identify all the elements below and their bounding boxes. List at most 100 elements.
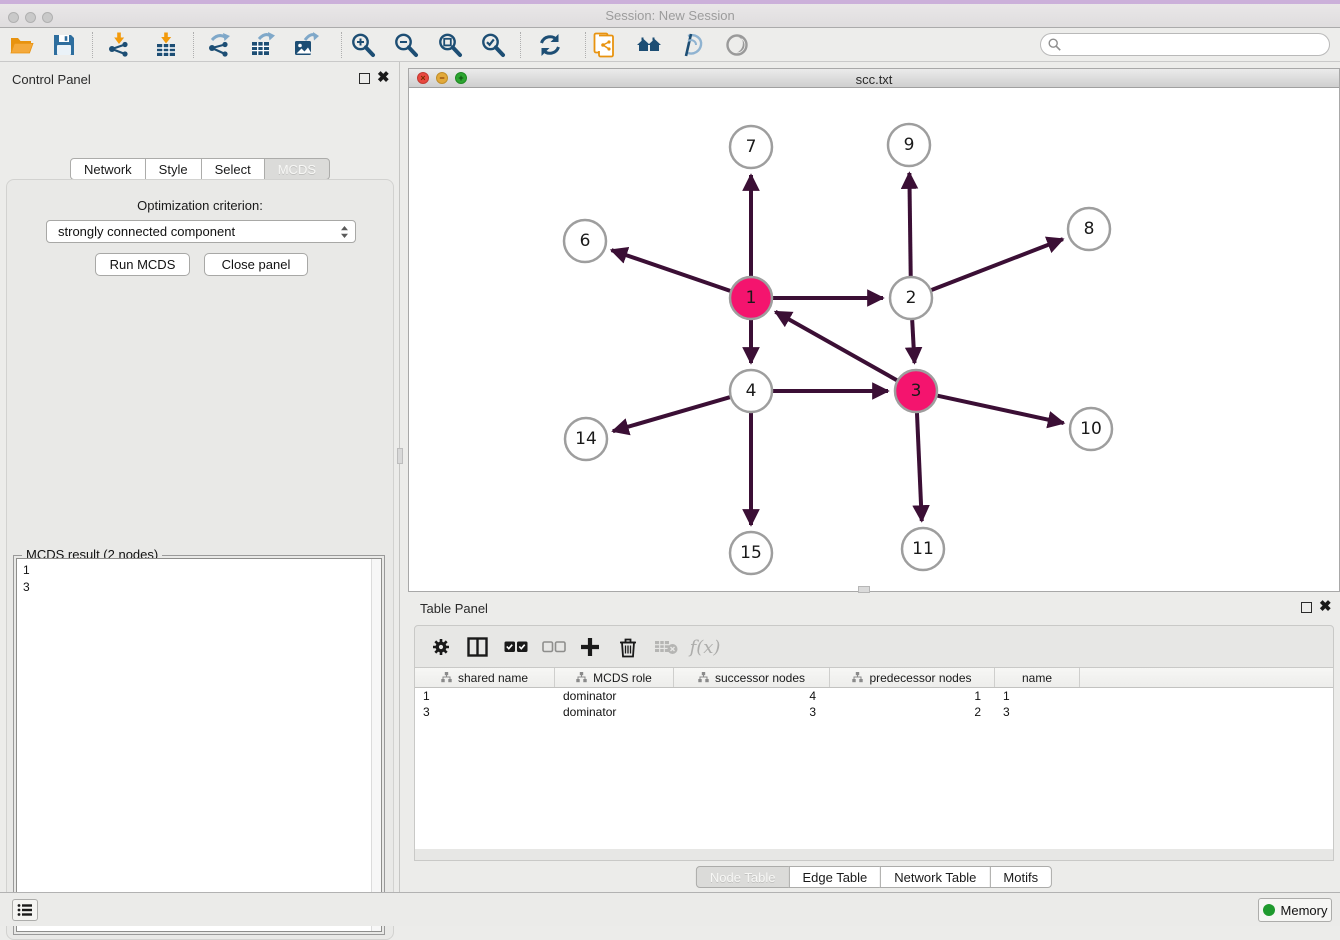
select-stepper-icon	[340, 225, 349, 239]
column-header-name[interactable]: name	[995, 668, 1080, 687]
zoom-out-icon[interactable]	[393, 32, 419, 58]
mcds-panel: Optimization criterion: strongly connect…	[6, 179, 394, 940]
graph-node-9[interactable]: 9	[888, 124, 930, 166]
column-header-successor-nodes[interactable]: successor nodes	[674, 668, 830, 687]
add-row-icon[interactable]	[578, 635, 602, 659]
control-panel-title: Control Panel	[12, 72, 91, 87]
table-cell: dominator	[555, 704, 674, 720]
new-network-from-selection-icon[interactable]	[592, 32, 618, 58]
toolbar-separator	[341, 32, 342, 58]
column-header-label: predecessor nodes	[869, 671, 971, 685]
horizontal-splitter-handle[interactable]	[858, 586, 870, 593]
graph-node-4[interactable]: 4	[730, 370, 772, 412]
svg-text:3: 3	[911, 381, 922, 401]
table-cell: 1	[415, 688, 555, 704]
graph-node-1[interactable]: 1	[730, 277, 772, 319]
svg-text:1: 1	[746, 288, 757, 308]
list-icon	[17, 903, 33, 917]
graph-node-8[interactable]: 8	[1068, 208, 1110, 250]
tab-motifs[interactable]: Motifs	[989, 866, 1052, 888]
tab-network-table[interactable]: Network Table	[880, 866, 990, 888]
table-row[interactable]: 3dominator323	[415, 704, 1333, 720]
hide-selected-icon[interactable]	[679, 32, 705, 58]
graph-node-15[interactable]: 15	[730, 532, 772, 574]
table-panel: Table Panel ✖ f(x) shared nameMCDS roles…	[408, 595, 1340, 890]
svg-text:8: 8	[1084, 219, 1095, 239]
import-table-icon[interactable]	[153, 32, 179, 58]
table-panel-close-icon[interactable]: ✖	[1319, 601, 1332, 613]
memory-button[interactable]: Memory	[1258, 898, 1332, 922]
tab-mcds[interactable]: MCDS	[264, 158, 330, 180]
refresh-icon[interactable]	[537, 32, 563, 58]
table-rows: 1dominator4113dominator323	[415, 688, 1333, 720]
table-cell: dominator	[555, 688, 674, 704]
search-input[interactable]	[1065, 36, 1329, 54]
column-header-mcds-role[interactable]: MCDS role	[555, 668, 674, 687]
control-panel-float-icon[interactable]	[359, 73, 370, 84]
criterion-select[interactable]: strongly connected component	[46, 220, 356, 243]
table-cell: 2	[830, 704, 995, 720]
graph-node-7[interactable]: 7	[730, 126, 772, 168]
graph-node-2[interactable]: 2	[890, 277, 932, 319]
table-settings-icon[interactable]	[429, 635, 453, 659]
tab-network[interactable]: Network	[70, 158, 146, 180]
edge-2-to-3[interactable]	[912, 320, 914, 363]
task-history-button[interactable]	[12, 899, 38, 921]
network-window-titlebar[interactable]: × − + scc.txt	[409, 69, 1339, 88]
table-panel-float-icon[interactable]	[1301, 602, 1312, 613]
graph-node-11[interactable]: 11	[902, 528, 944, 570]
tab-select[interactable]: Select	[201, 158, 265, 180]
control-panel: Control Panel ✖ NetworkStyleSelectMCDS O…	[0, 62, 400, 892]
close-panel-button[interactable]: Close panel	[204, 253, 308, 276]
show-all-icon[interactable]	[724, 32, 750, 58]
network-canvas[interactable]: 7 9 6 8 1 2 4 3 14 10 15 11	[409, 88, 1339, 591]
graph-node-3[interactable]: 3	[895, 370, 937, 412]
vertical-splitter-handle[interactable]	[397, 448, 403, 464]
open-session-icon[interactable]	[9, 32, 35, 58]
export-table-icon[interactable]	[249, 32, 275, 58]
control-panel-close-icon[interactable]: ✖	[377, 72, 390, 84]
save-session-icon[interactable]	[51, 32, 77, 58]
delete-column-icon[interactable]	[653, 635, 679, 659]
search-box[interactable]	[1040, 33, 1330, 56]
network-window: × − + scc.txt 7 9 6 8 1 2 4 3 14 10 15 11	[408, 68, 1340, 592]
function-builder-icon[interactable]: f(x)	[687, 635, 723, 659]
column-header-predecessor-nodes[interactable]: predecessor nodes	[830, 668, 995, 687]
graph-node-14[interactable]: 14	[565, 418, 607, 460]
search-icon	[1048, 38, 1061, 51]
main-toolbar	[0, 28, 1340, 62]
tab-node-table[interactable]: Node Table	[696, 866, 790, 888]
edge-2-to-8[interactable]	[932, 239, 1063, 290]
fit-content-icon[interactable]	[437, 32, 463, 58]
run-mcds-button[interactable]: Run MCDS	[95, 253, 190, 276]
edge-4-to-14[interactable]	[613, 397, 730, 431]
first-neighbors-icon[interactable]	[636, 32, 662, 58]
edge-2-to-9[interactable]	[909, 173, 910, 276]
column-header-shared-name[interactable]: shared name	[415, 668, 555, 687]
edge-3-to-1[interactable]	[775, 312, 896, 380]
mcds-result-text[interactable]: 13	[16, 558, 382, 932]
edge-1-to-6[interactable]	[611, 250, 730, 291]
table-cell: 1	[995, 688, 1080, 704]
result-scrollbar[interactable]	[371, 559, 381, 931]
svg-text:4: 4	[746, 381, 757, 401]
graph-node-10[interactable]: 10	[1070, 408, 1112, 450]
export-image-icon[interactable]	[293, 32, 319, 58]
svg-text:10: 10	[1080, 419, 1102, 439]
unselect-all-icon[interactable]	[541, 635, 567, 659]
edge-3-to-11[interactable]	[917, 413, 922, 521]
tab-edge-table[interactable]: Edge Table	[788, 866, 881, 888]
table-cell: 1	[830, 688, 995, 704]
delete-row-icon[interactable]	[616, 635, 640, 659]
export-network-icon[interactable]	[206, 32, 232, 58]
zoom-selected-icon[interactable]	[480, 32, 506, 58]
import-network-icon[interactable]	[106, 32, 132, 58]
zoom-in-icon[interactable]	[350, 32, 376, 58]
edge-3-to-10[interactable]	[937, 396, 1063, 423]
graph-node-6[interactable]: 6	[564, 220, 606, 262]
table-bottom-strip	[414, 849, 1334, 861]
column-preferences-icon[interactable]	[465, 635, 489, 659]
select-all-icon[interactable]	[503, 635, 529, 659]
table-row[interactable]: 1dominator411	[415, 688, 1333, 704]
tab-style[interactable]: Style	[145, 158, 202, 180]
